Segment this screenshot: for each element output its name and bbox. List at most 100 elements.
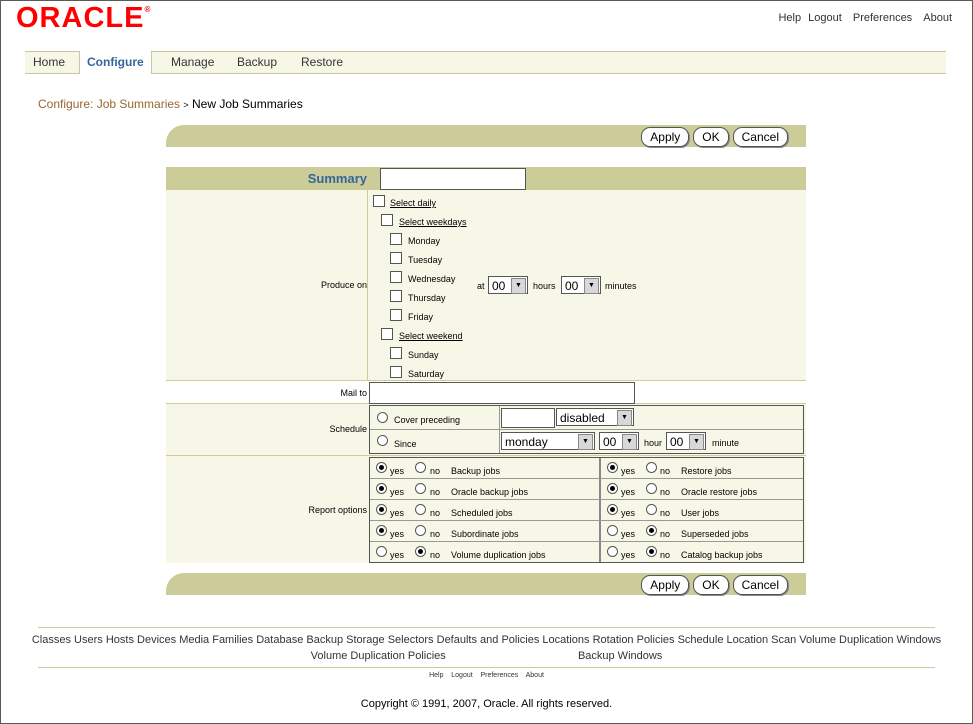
saturday-checkbox[interactable] <box>390 366 402 378</box>
apply-button[interactable]: Apply <box>641 127 690 147</box>
footer-link-users[interactable]: Users <box>74 634 103 646</box>
hours-select[interactable]: 00 ▼ <box>488 276 528 294</box>
since-radio[interactable] <box>377 435 388 446</box>
select-daily-link[interactable]: Select daily <box>390 198 436 208</box>
minutes-select[interactable]: 00 ▼ <box>561 276 601 294</box>
user-jobs-label: User jobs <box>681 508 720 518</box>
thursday-label: Thursday <box>408 293 446 303</box>
mail-to-label: Mail to <box>340 388 367 398</box>
help-link[interactable]: Help <box>778 12 801 24</box>
footer-link-backup-windows[interactable]: Backup Windows <box>578 650 662 662</box>
ok-button[interactable]: OK <box>693 575 729 595</box>
oracle-backup-jobs-yes-radio[interactable] <box>376 483 387 494</box>
footer-link-volume-duplication-policies[interactable]: Volume Duplication Policies <box>311 650 446 662</box>
about-link[interactable]: About <box>923 12 952 24</box>
cover-preceding-select[interactable]: disabled ▼ <box>556 408 634 426</box>
footer-link-media-families[interactable]: Media Families <box>179 634 253 646</box>
wednesday-checkbox[interactable] <box>390 271 402 283</box>
footer-link-classes[interactable]: Classes <box>32 634 71 646</box>
oracle-restore-jobs-yes-radio[interactable] <box>607 483 618 494</box>
cancel-button[interactable]: Cancel <box>732 127 788 147</box>
mail-to-input[interactable] <box>369 382 635 404</box>
report-options-box: yes no Backup jobs yes no Oracle backup … <box>369 457 804 563</box>
footer-link-hosts[interactable]: Hosts <box>106 634 134 646</box>
select-weekdays-checkbox[interactable] <box>381 214 393 226</box>
superseded-jobs-yes-radio[interactable] <box>607 525 618 536</box>
cover-preceding-input[interactable] <box>501 408 555 428</box>
tab-home[interactable]: Home <box>26 52 72 73</box>
scheduled-jobs-no-radio[interactable] <box>415 504 426 515</box>
restore-jobs-yes-radio[interactable] <box>607 462 618 473</box>
subordinate-jobs-label: Subordinate jobs <box>451 529 519 539</box>
select-weekend-link[interactable]: Select weekend <box>399 331 463 341</box>
catalog-backup-jobs-yes-radio[interactable] <box>607 546 618 557</box>
summary-input[interactable] <box>380 168 526 190</box>
logout-link[interactable]: Logout <box>808 12 842 24</box>
footer-logout-link[interactable]: Logout <box>451 672 472 679</box>
oracle-backup-jobs-no-radio[interactable] <box>415 483 426 494</box>
tuesday-checkbox[interactable] <box>390 252 402 264</box>
volume-duplication-jobs-label: Volume duplication jobs <box>451 550 546 560</box>
breadcrumb-parent-link[interactable]: Configure: Job Summaries <box>38 97 180 111</box>
select-weekdays-link[interactable]: Select weekdays <box>399 217 467 227</box>
oracle-restore-jobs-no-radio[interactable] <box>646 483 657 494</box>
tab-configure[interactable]: Configure <box>79 51 152 74</box>
schedule-row: Schedule Cover preceding disabled ▼ Since… <box>166 404 806 456</box>
at-label: at <box>477 281 485 291</box>
footer-link-defaults-policies[interactable]: Defaults and Policies <box>437 634 540 646</box>
sunday-checkbox[interactable] <box>390 347 402 359</box>
footer-divider-2 <box>38 667 935 668</box>
chevron-down-icon: ▼ <box>511 278 526 294</box>
volume-duplication-jobs-yes-radio[interactable] <box>376 546 387 557</box>
footer-link-volume-duplication-windows[interactable]: Volume Duplication Windows <box>799 634 941 646</box>
superseded-jobs-no-radio[interactable] <box>646 525 657 536</box>
thursday-checkbox[interactable] <box>390 290 402 302</box>
breadcrumb-separator: > <box>183 100 189 110</box>
report-options-label: Report options <box>308 505 367 515</box>
footer-help-link[interactable]: Help <box>429 672 443 679</box>
breadcrumb: Configure: Job Summaries > New Job Summa… <box>38 97 303 111</box>
tab-restore[interactable]: Restore <box>294 52 350 73</box>
tab-bar: Home Configure Manage Backup Restore <box>25 51 946 74</box>
catalog-backup-jobs-no-radio[interactable] <box>646 546 657 557</box>
footer-links: Classes Users Hosts Devices Media Famili… <box>0 632 973 664</box>
since-hour-select[interactable]: 00 ▼ <box>599 432 639 450</box>
footer-about-link[interactable]: About <box>526 672 544 679</box>
since-day-select[interactable]: monday ▼ <box>501 432 595 450</box>
footer-small-links: Help Logout Preferences About <box>0 672 973 679</box>
ok-button[interactable]: OK <box>693 127 729 147</box>
backup-jobs-no-radio[interactable] <box>415 462 426 473</box>
since-label: Since <box>394 439 417 449</box>
footer-link-locations[interactable]: Locations <box>542 634 589 646</box>
chevron-down-icon: ▼ <box>584 278 599 294</box>
subordinate-jobs-yes-radio[interactable] <box>376 525 387 536</box>
select-weekend-checkbox[interactable] <box>381 328 393 340</box>
summary-row: Summary <box>166 167 806 190</box>
user-jobs-no-radio[interactable] <box>646 504 657 515</box>
since-minute-select[interactable]: 00 ▼ <box>666 432 706 450</box>
volume-duplication-jobs-no-radio[interactable] <box>415 546 426 557</box>
select-daily-checkbox[interactable] <box>373 195 385 207</box>
footer-link-schedule-location-scan[interactable]: Schedule Location Scan <box>678 634 797 646</box>
user-jobs-yes-radio[interactable] <box>607 504 618 515</box>
monday-checkbox[interactable] <box>390 233 402 245</box>
cancel-button[interactable]: Cancel <box>732 575 788 595</box>
catalog-backup-jobs-label: Catalog backup jobs <box>681 550 763 560</box>
tab-backup[interactable]: Backup <box>230 52 284 73</box>
subordinate-jobs-no-radio[interactable] <box>415 525 426 536</box>
produce-on-label: Produce on <box>320 280 367 290</box>
footer-link-devices[interactable]: Devices <box>137 634 176 646</box>
restore-jobs-no-radio[interactable] <box>646 462 657 473</box>
scheduled-jobs-yes-radio[interactable] <box>376 504 387 515</box>
friday-checkbox[interactable] <box>390 309 402 321</box>
cover-preceding-radio[interactable] <box>377 412 388 423</box>
footer-link-storage-selectors[interactable]: Database Backup Storage Selectors <box>256 634 433 646</box>
backup-jobs-yes-radio[interactable] <box>376 462 387 473</box>
tab-manage[interactable]: Manage <box>164 52 221 73</box>
footer-link-rotation-policies[interactable]: Rotation Policies <box>593 634 675 646</box>
apply-button[interactable]: Apply <box>641 575 690 595</box>
preferences-link[interactable]: Preferences <box>853 12 912 24</box>
footer-divider <box>38 627 935 628</box>
scheduled-jobs-label: Scheduled jobs <box>451 508 513 518</box>
footer-preferences-link[interactable]: Preferences <box>480 672 518 679</box>
